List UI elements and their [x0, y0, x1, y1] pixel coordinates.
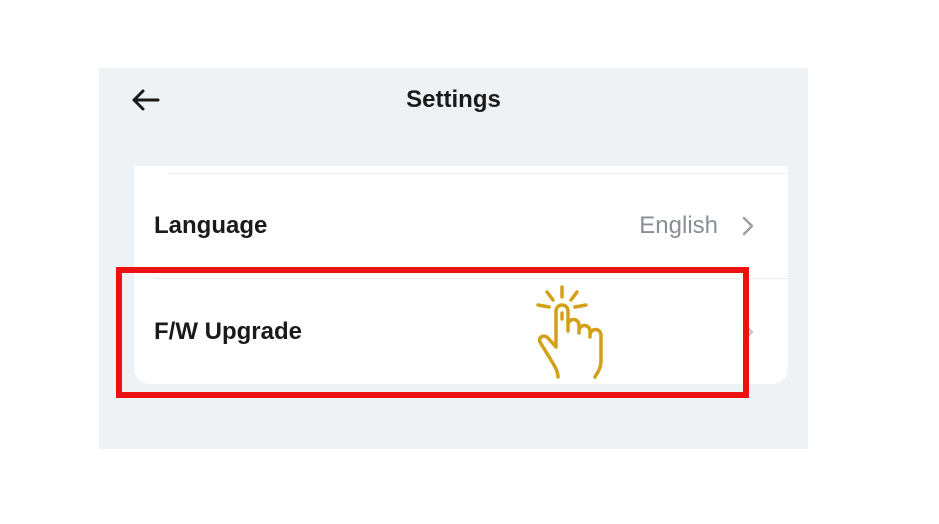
settings-screen: Settings Language English F/W Upgrade: [99, 68, 808, 449]
settings-item-language[interactable]: Language English: [134, 174, 788, 278]
chevron-right-icon: [740, 320, 756, 344]
settings-item-label: Language: [154, 212, 268, 239]
settings-card: Language English F/W Upgrade: [134, 166, 788, 384]
settings-item-label: F/W Upgrade: [154, 318, 302, 345]
chevron-right-icon: [740, 214, 756, 238]
page-title: Settings: [406, 86, 501, 113]
settings-item-fw-upgrade[interactable]: F/W Upgrade: [134, 280, 788, 384]
language-value: English: [639, 212, 718, 239]
divider: [154, 278, 788, 279]
